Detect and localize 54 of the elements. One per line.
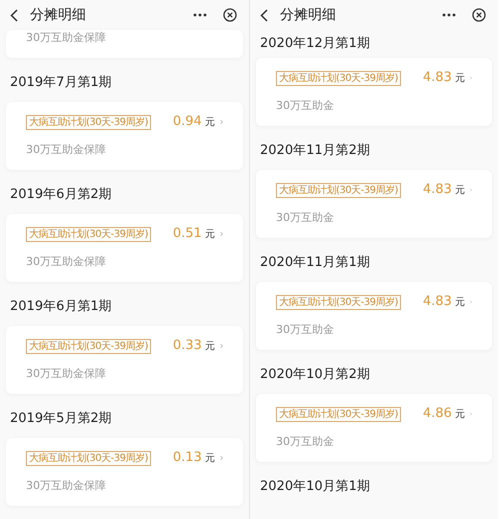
plan-tag: 大病互助计划(30天-39周岁) [26,114,151,130]
coverage-note: 30万互助金 [276,322,334,338]
coverage-note: 30万互助金 [276,210,334,226]
chevron-right-icon[interactable] [220,230,223,238]
amount: 4.83 [422,293,452,312]
plan-tag: 大病互助计划(30天-39周岁) [276,182,401,198]
chevron-right-icon[interactable] [220,342,223,350]
period-heading: 2020年11月第1期 [260,254,370,272]
amount: 0.13 [172,449,202,468]
amount: 0.51 [172,225,202,244]
amount: 4.83 [422,181,452,200]
unit: 元 [204,116,215,130]
unit: 元 [204,340,215,354]
plan-tag: 大病互助计划(30天-39周岁) [26,226,151,242]
period-heading: 2020年10月第1期 [260,478,370,496]
chevron-right-icon[interactable] [220,118,223,126]
period-heading: 2019年5月第2期 [10,410,112,428]
coverage-note: 30万互助金保障 [26,142,106,158]
period-heading: 2019年6月第1期 [10,298,112,316]
coverage-note: 30万互助金保障 [26,366,106,382]
page-title: 分摊明细 [280,6,336,24]
coverage-note: 30万互助金 [276,434,334,450]
period-heading: 2020年12月第1期 [260,35,370,54]
close-icon[interactable] [472,8,486,22]
page-title: 分摊明细 [30,6,86,24]
back-icon[interactable] [10,8,18,22]
plan-tag: 大病互助计划(30天-39周岁) [276,294,401,310]
amount: 0.94 [172,113,202,132]
unit: 元 [454,296,465,310]
amount: 0.33 [172,337,202,356]
more-icon[interactable] [193,13,207,17]
coverage-note: 30万互助金保障 [26,30,106,46]
plan-tag: 大病互助计划(30天-39周岁) [276,70,401,86]
plan-tag: 大病互助计划(30天-39周岁) [26,450,151,466]
chevron-right-icon[interactable] [220,454,223,462]
amount: 4.83 [422,69,452,88]
coverage-note: 30万互助金保障 [26,478,106,494]
amount: 4.86 [422,405,452,424]
period-heading: 2020年11月第2期 [260,142,370,160]
more-icon[interactable] [442,13,456,17]
close-icon[interactable] [223,8,237,22]
period-heading: 2020年10月第2期 [260,366,370,384]
period-heading: 2019年6月第2期 [10,186,112,204]
coverage-note: 30万互助金保障 [26,254,106,270]
plan-tag: 大病互助计划(30天-39周岁) [276,406,401,422]
unit: 元 [454,408,465,422]
back-icon[interactable] [260,8,268,22]
coverage-note: 30万互助金 [276,98,334,114]
period-heading: 2019年7月第1期 [10,74,112,92]
plan-tag: 大病互助计划(30天-39周岁) [26,338,151,354]
unit: 元 [204,452,215,466]
unit: 元 [454,72,465,86]
unit: 元 [204,228,215,242]
unit: 元 [454,184,465,198]
